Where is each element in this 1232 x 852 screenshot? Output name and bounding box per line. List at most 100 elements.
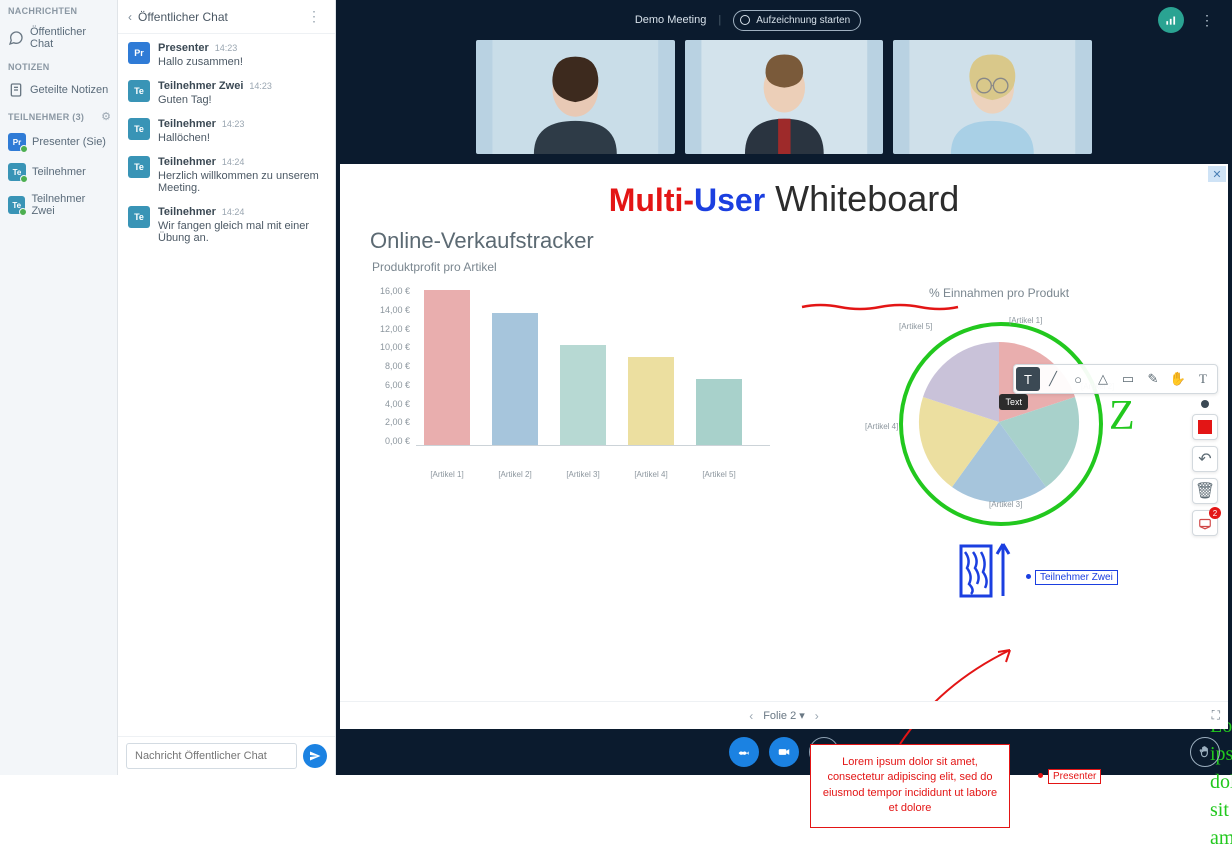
participant-item[interactable]: Te Teilnehmer: [0, 157, 117, 187]
avatar: Te: [128, 80, 150, 102]
msg-time: 14:24: [222, 157, 245, 167]
record-label: Aufzeichnung starten: [756, 15, 850, 26]
record-button[interactable]: Aufzeichnung starten: [733, 10, 861, 31]
tool-multiuser[interactable]: 2: [1192, 510, 1218, 536]
participant-name: Presenter (Sie): [32, 136, 106, 148]
cursor-dot-presenter: [1038, 773, 1043, 778]
send-button[interactable]: [303, 744, 327, 768]
bar-artikel-4: [628, 357, 674, 445]
sidebar-public-chat[interactable]: Öffentlicher Chat: [0, 20, 117, 56]
chat-message: Te Teilnehmer 14:23 Hallöchen!: [128, 118, 325, 144]
avatar: Pr: [128, 42, 150, 64]
tool-text-cursor[interactable]: T: [1191, 367, 1215, 391]
close-whiteboard-button[interactable]: ✕: [1208, 166, 1226, 182]
participant-name: Teilnehmer Zwei: [31, 193, 109, 217]
chat-input[interactable]: [126, 743, 297, 769]
video-tile-1[interactable]: [476, 40, 675, 154]
chat-message: Pr Presenter 14:23 Hallo zusammen!: [128, 42, 325, 68]
msg-author: Teilnehmer Zwei: [158, 80, 243, 92]
cursor-dot-teilnehmer2: [1026, 574, 1031, 579]
tool-pencil[interactable]: ✎: [1141, 367, 1165, 391]
avatar: Te: [128, 118, 150, 140]
main-area: Demo Meeting | Aufzeichnung starten ⋮ ✕ …: [336, 0, 1232, 775]
section-notes-header: NOTIZEN: [0, 56, 117, 76]
msg-author: Teilnehmer: [158, 206, 216, 218]
msg-text: Wir fangen gleich mal mit einer Übung an…: [158, 220, 325, 244]
tool-color[interactable]: [1192, 414, 1218, 440]
options-menu-icon[interactable]: ⋮: [1196, 12, 1218, 29]
slide-subtitle: Produktprofit pro Artikel: [340, 254, 1228, 282]
sidebar-shared-notes[interactable]: Geteilte Notizen: [0, 76, 117, 104]
participant-item[interactable]: Te Teilnehmer Zwei: [0, 187, 117, 223]
tool-text[interactable]: T: [1016, 367, 1040, 391]
participant-name: Teilnehmer: [32, 166, 86, 178]
annotation-red-note: Lorem ipsum dolor sit amet, consectetur …: [810, 744, 1010, 828]
tool-hand[interactable]: ✋: [1166, 367, 1190, 391]
tool-triangle[interactable]: △: [1091, 367, 1115, 391]
msg-text: Herzlich willkommen zu unserem Meeting.: [158, 170, 325, 194]
avatar: Te: [128, 206, 150, 228]
section-messages-header: NACHRICHTEN: [0, 0, 117, 20]
slide-prev-button[interactable]: ‹: [749, 709, 753, 723]
avatar: Te: [8, 196, 25, 214]
tool-trash[interactable]: 🗑: [1192, 478, 1218, 504]
msg-author: Presenter: [158, 42, 209, 54]
tool-rect[interactable]: ▭: [1116, 367, 1140, 391]
msg-time: 14:23: [249, 81, 272, 91]
cursor-teilnehmer2-label: Teilnehmer Zwei: [1035, 570, 1118, 585]
sidebar-public-chat-label: Öffentlicher Chat: [30, 26, 109, 50]
chat-message: Te Teilnehmer Zwei 14:23 Guten Tag!: [128, 80, 325, 106]
camera-button[interactable]: [769, 737, 799, 767]
left-sidebar: NACHRICHTEN Öffentlicher Chat NOTIZEN Ge…: [0, 0, 118, 775]
msg-text: Guten Tag!: [158, 94, 272, 106]
avatar: Te: [128, 156, 150, 178]
chat-header: ‹ Öffentlicher Chat ⋮: [118, 0, 335, 34]
msg-text: Hallöchen!: [158, 132, 244, 144]
bar-artikel-3: [560, 345, 606, 445]
avatar: Pr: [8, 133, 26, 151]
msg-text: Hallo zusammen!: [158, 56, 243, 68]
chat-icon: [8, 30, 24, 46]
msg-author: Teilnehmer: [158, 156, 216, 168]
tool-thickness[interactable]: [1201, 400, 1209, 408]
fullscreen-button[interactable]: ⛶: [1212, 708, 1220, 723]
mic-button[interactable]: [729, 737, 759, 767]
msg-time: 14:23: [215, 43, 238, 53]
tool-undo[interactable]: ↶: [1192, 446, 1218, 472]
cursor-presenter-label: Presenter: [1048, 769, 1101, 784]
avatar: Te: [8, 163, 26, 181]
top-bar: Demo Meeting | Aufzeichnung starten ⋮: [336, 0, 1232, 40]
chat-body: Pr Presenter 14:23 Hallo zusammen! Te Teilneh…: [118, 34, 335, 736]
tool-tooltip: Text: [999, 394, 1028, 410]
tool-line[interactable]: ╱: [1041, 367, 1065, 391]
slide-title: Online-Verkaufstracker: [340, 228, 1228, 254]
msg-author: Teilnehmer: [158, 118, 216, 130]
slide-indicator[interactable]: Folie 2 ▾: [763, 709, 805, 722]
meeting-name: Demo Meeting: [635, 14, 707, 26]
notes-icon: [8, 82, 24, 98]
participant-item[interactable]: Pr Presenter (Sie): [0, 127, 117, 157]
chat-message: TeTeilnehmer14:24Wir fangen gleich mal m…: [128, 206, 325, 244]
bar-artikel-2: [492, 313, 538, 445]
section-participants-header: TEILNEHMER (3): [8, 112, 84, 122]
annotation-green-note: Lorem ipsum dolor sit amet,: [1210, 712, 1232, 852]
connection-status-icon[interactable]: [1158, 7, 1184, 33]
gear-icon[interactable]: ⚙: [101, 110, 111, 123]
video-row: [336, 40, 1232, 160]
chat-back-icon[interactable]: ‹: [128, 10, 132, 24]
bar-artikel-5: [696, 379, 742, 445]
bar-artikel-1: [424, 290, 470, 445]
video-tile-2[interactable]: [685, 40, 884, 154]
multiuser-badge: 2: [1209, 507, 1221, 519]
video-tile-3[interactable]: [893, 40, 1092, 154]
slide-nav: ‹ Folie 2 ▾ › ⛶: [340, 701, 1228, 729]
tool-ellipse[interactable]: ○: [1066, 367, 1090, 391]
sidebar-shared-notes-label: Geteilte Notizen: [30, 84, 108, 96]
msg-time: 14:23: [222, 119, 245, 129]
presentation-area: ✕ Multi-User Whiteboard Online-Verkaufst…: [340, 164, 1228, 701]
chat-menu-icon[interactable]: ⋮: [303, 8, 325, 25]
bar-chart: 16,00 €14,00 €12,00 €10,00 €8,00 €6,00 €…: [370, 286, 770, 526]
slide-next-button[interactable]: ›: [815, 709, 819, 723]
raise-hand-button[interactable]: [1190, 737, 1220, 767]
whiteboard-toolbar: T ╱ ○ △ ▭ ✎ ✋ T ↶ 🗑 2: [1013, 364, 1218, 536]
